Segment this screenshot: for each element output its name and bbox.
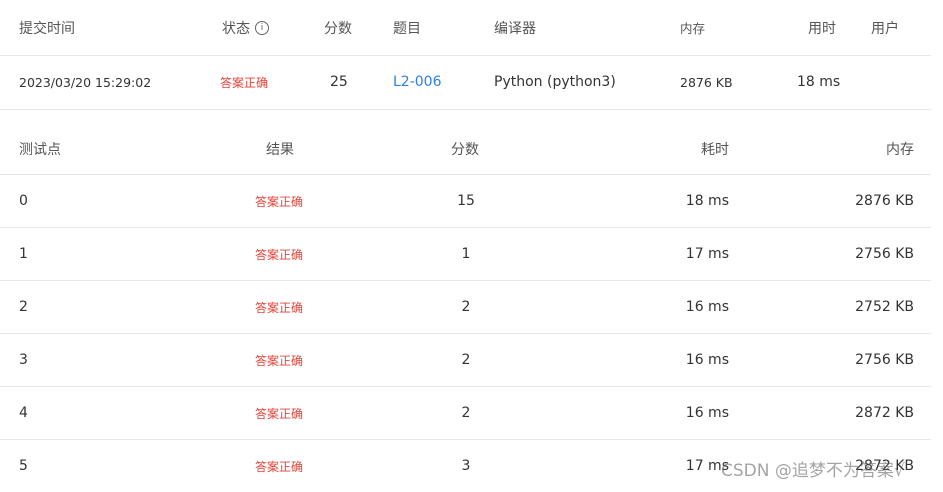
header-user: 用户 bbox=[871, 20, 899, 37]
submission-header-row: 提交时间 状态 i 分数 题目 编译器 内存 用时 用户 bbox=[0, 0, 931, 56]
table-row: 2 答案正确 2 16 ms 2752 KB bbox=[0, 281, 931, 334]
testcase-id: 0 bbox=[19, 193, 28, 209]
testcase-memory: 2752 KB bbox=[855, 299, 914, 315]
testcase-memory: 2756 KB bbox=[855, 352, 914, 368]
testcase-id: 4 bbox=[19, 405, 28, 421]
testcase-result: 答案正确 bbox=[255, 194, 304, 209]
testcase-duration: 17 ms bbox=[685, 458, 729, 474]
testcase-duration: 17 ms bbox=[685, 246, 729, 262]
header-testcase-memory: 内存 bbox=[886, 141, 914, 158]
status-badge: 答案正确 bbox=[220, 75, 269, 90]
testcase-score: 1 bbox=[461, 246, 471, 262]
header-testcase-id: 测试点 bbox=[19, 141, 61, 158]
testcase-header-row: 测试点 结果 分数 耗时 内存 bbox=[0, 123, 931, 175]
testcase-id: 3 bbox=[19, 352, 28, 368]
testcase-id: 1 bbox=[19, 246, 28, 262]
memory-value: 2876 KB bbox=[680, 74, 733, 90]
header-compiler: 编译器 bbox=[494, 20, 536, 37]
testcase-score: 3 bbox=[461, 458, 471, 474]
problem-link[interactable]: L2-006 bbox=[393, 55, 441, 109]
testcase-result: 答案正确 bbox=[255, 353, 304, 368]
testcase-score: 2 bbox=[461, 299, 471, 315]
table-row: 3 答案正确 2 16 ms 2756 KB bbox=[0, 334, 931, 387]
testcase-memory: 2876 KB bbox=[855, 193, 914, 209]
header-submit-time: 提交时间 bbox=[19, 20, 75, 37]
header-duration: 用时 bbox=[808, 20, 836, 37]
info-icon[interactable]: i bbox=[255, 20, 269, 35]
testcase-score: 2 bbox=[461, 352, 471, 368]
header-testcase-duration: 耗时 bbox=[701, 141, 729, 158]
table-row: 1 答案正确 1 17 ms 2756 KB bbox=[0, 228, 931, 281]
testcase-result: 答案正确 bbox=[255, 300, 304, 315]
testcase-memory: 2872 KB bbox=[855, 405, 914, 421]
table-row: 0 答案正确 15 18 ms 2876 KB bbox=[0, 175, 931, 228]
header-memory: 内存 bbox=[680, 21, 706, 36]
testcase-duration: 18 ms bbox=[685, 193, 729, 209]
submission-score: 25 bbox=[330, 74, 348, 90]
submission-row: 2023/03/20 15:29:02 答案正确 25 L2-006 Pytho… bbox=[0, 55, 931, 110]
testcase-memory: 2756 KB bbox=[855, 246, 914, 262]
compiler-value: Python (python3) bbox=[494, 74, 616, 90]
header-status-label: 状态 bbox=[222, 20, 250, 37]
testcase-duration: 16 ms bbox=[685, 352, 729, 368]
testcase-duration: 16 ms bbox=[685, 405, 729, 421]
header-testcase-score: 分数 bbox=[451, 141, 479, 158]
table-row: 4 答案正确 2 16 ms 2872 KB bbox=[0, 387, 931, 440]
header-problem: 题目 bbox=[393, 20, 421, 37]
duration-value: 18 ms bbox=[797, 74, 841, 90]
testcase-id: 2 bbox=[19, 299, 28, 315]
header-score: 分数 bbox=[324, 20, 352, 37]
header-result: 结果 bbox=[266, 141, 294, 158]
testcase-id: 5 bbox=[19, 458, 28, 474]
testcase-duration: 16 ms bbox=[685, 299, 729, 315]
submit-time: 2023/03/20 15:29:02 bbox=[19, 74, 152, 90]
testcase-result: 答案正确 bbox=[255, 459, 304, 474]
testcase-result: 答案正确 bbox=[255, 406, 304, 421]
testcase-result: 答案正确 bbox=[255, 247, 304, 262]
watermark: CSDN @追梦不为答案√ bbox=[721, 461, 905, 481]
testcase-score: 2 bbox=[461, 405, 471, 421]
testcase-score: 15 bbox=[457, 193, 475, 209]
header-status: 状态 i bbox=[222, 0, 269, 55]
